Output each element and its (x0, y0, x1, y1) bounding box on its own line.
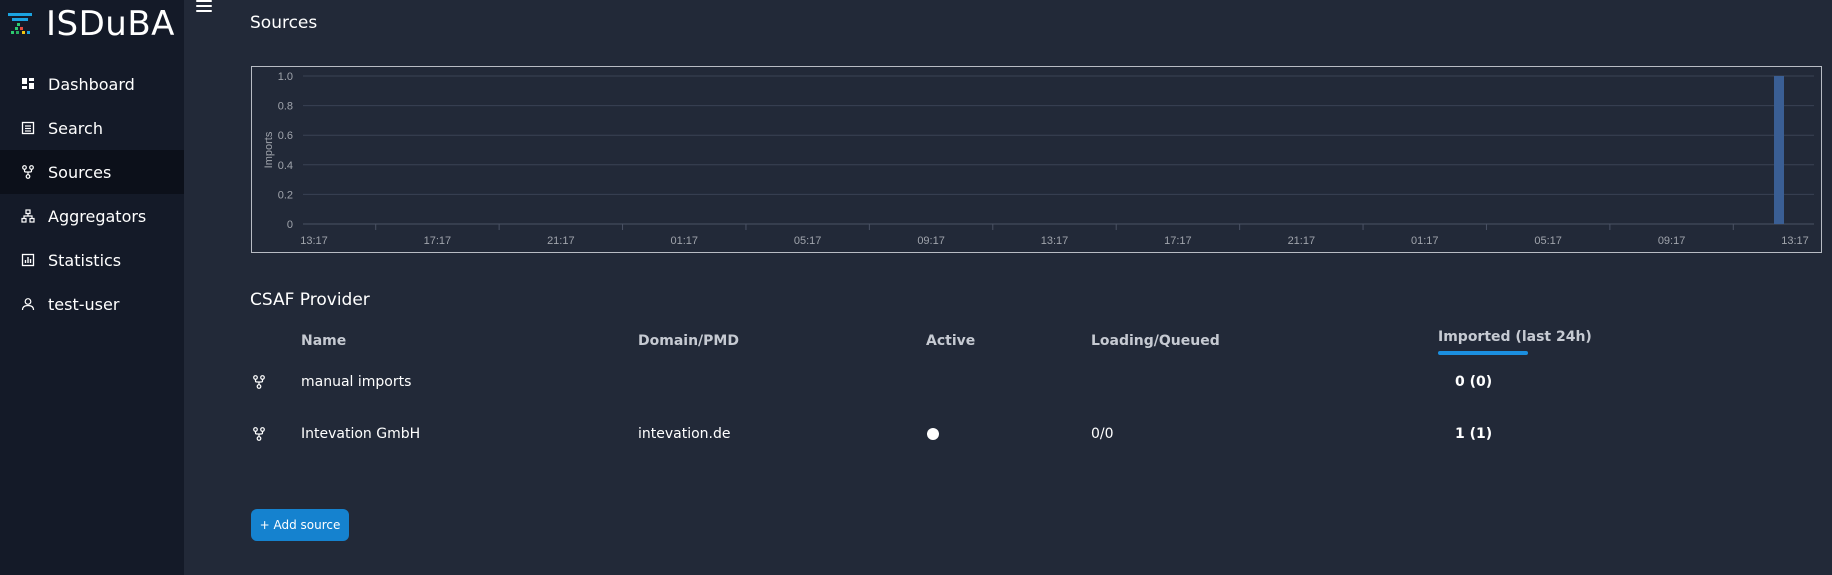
imports-chart-svg: 0 0.2 0.4 0.6 0.8 1.0 13:17 17:17 21:17 01:17 05:1… (263, 71, 1814, 247)
sidebar-item-label: Search (48, 118, 103, 138)
sidebar-nav: Dashboard Search Sources Aggregators Sta… (0, 62, 184, 326)
row-imported: 1 (1) (1455, 426, 1493, 442)
column-header-active[interactable]: Active (926, 333, 975, 349)
x-tick-label: 05:17 (794, 235, 822, 247)
y-tick-label: 0.2 (278, 189, 293, 201)
x-tick-label: 13:17 (1041, 235, 1069, 247)
isduba-logo-icon (8, 13, 32, 34)
x-tick-label: 13:17 (300, 235, 328, 247)
row-imported: 0 (0) (1455, 374, 1493, 390)
y-tick-label: 0 (287, 219, 293, 231)
x-tick-label: 01:17 (670, 235, 698, 247)
aggregators-icon (20, 208, 36, 224)
y-tick-label: 0.6 (278, 130, 293, 142)
sidebar-item-aggregators[interactable]: Aggregators (0, 194, 184, 238)
column-header-domain[interactable]: Domain/PMD (638, 333, 739, 349)
sidebar-item-search[interactable]: Search (0, 106, 184, 150)
sources-icon (20, 164, 36, 180)
row-name[interactable]: Intevation GmbH (301, 426, 420, 442)
add-source-button[interactable]: + Add source (251, 509, 349, 541)
statistics-icon (20, 252, 36, 268)
y-tick-label: 0.4 (278, 160, 293, 172)
sidebar-item-label: Aggregators (48, 206, 147, 226)
sidebar-item-label: Sources (48, 162, 112, 182)
menu-toggle-icon[interactable] (196, 0, 212, 14)
sidebar-item-label: test-user (48, 294, 120, 314)
section-title: CSAF Provider (250, 290, 370, 310)
row-name[interactable]: manual imports (301, 374, 411, 390)
x-tick-label: 13:17 (1781, 235, 1809, 247)
source-icon (253, 427, 265, 441)
source-icon (253, 375, 265, 389)
column-header-name[interactable]: Name (301, 333, 346, 349)
dashboard-icon (20, 76, 36, 92)
app-name: ISDuBA (46, 4, 175, 44)
sidebar-item-sources[interactable]: Sources (0, 150, 184, 194)
sidebar-item-label: Statistics (48, 250, 122, 270)
x-tick-label: 09:17 (1658, 235, 1686, 247)
sidebar-item-statistics[interactable]: Statistics (0, 238, 184, 282)
sidebar-item-dashboard[interactable]: Dashboard (0, 62, 184, 106)
x-tick-label: 05:17 (1534, 235, 1562, 247)
page-title: Sources (250, 13, 318, 33)
x-tick-label: 21:17 (1288, 235, 1316, 247)
y-axis-label: Imports (263, 131, 275, 168)
column-header-imported[interactable]: Imported (last 24h) (1438, 329, 1592, 345)
sidebar-item-user[interactable]: test-user (0, 282, 184, 326)
brand[interactable]: ISDuBA (6, 4, 175, 44)
column-header-loading[interactable]: Loading/Queued (1091, 333, 1220, 349)
sidebar: ISDuBA Dashboard Search Sources Aggregat… (0, 0, 184, 575)
search-icon (20, 120, 36, 136)
x-tick-label: 21:17 (547, 235, 575, 247)
x-tick-label: 17:17 (1164, 235, 1192, 247)
y-tick-label: 1.0 (278, 71, 293, 83)
x-tick-label: 01:17 (1411, 235, 1439, 247)
x-tick-label: 09:17 (917, 235, 945, 247)
sort-indicator (1438, 351, 1528, 355)
imports-chart: 0 0.2 0.4 0.6 0.8 1.0 13:17 17:17 21:17 01:17 05:1… (251, 66, 1822, 253)
user-icon (20, 296, 36, 312)
active-indicator (927, 428, 939, 440)
y-tick-label: 0.8 (278, 101, 293, 113)
row-loading: 0/0 (1091, 426, 1114, 442)
row-domain: intevation.de (638, 426, 731, 442)
x-tick-label: 17:17 (424, 235, 452, 247)
data-bar (1774, 76, 1784, 224)
sidebar-item-label: Dashboard (48, 74, 135, 94)
